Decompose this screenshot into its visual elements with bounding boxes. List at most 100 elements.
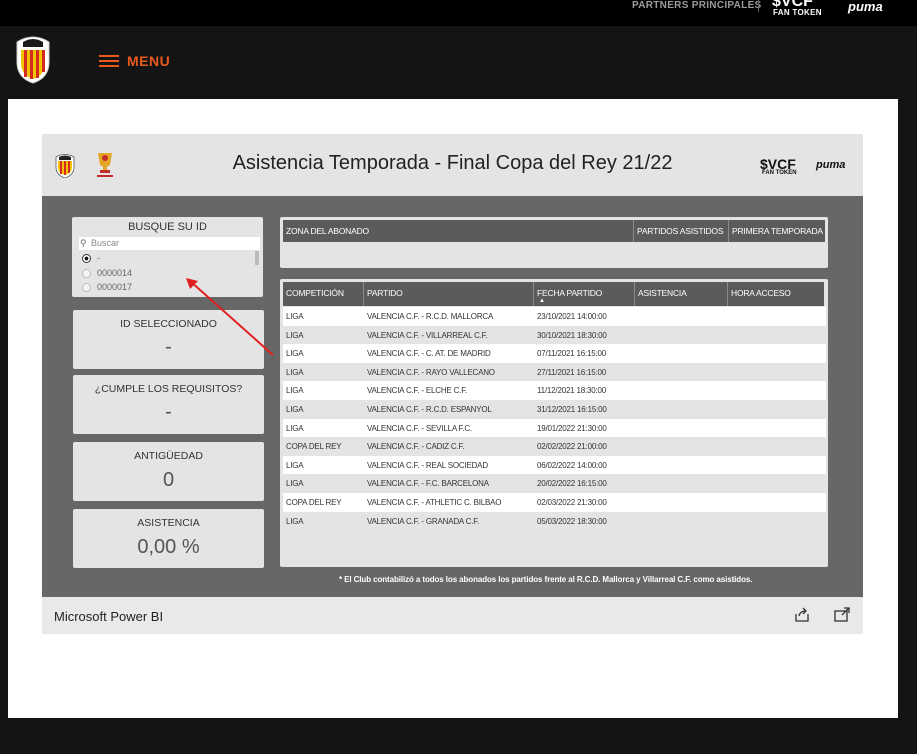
powerbi-link[interactable]: Microsoft Power BI <box>54 609 163 624</box>
table-cell: 19/01/2022 21:30:00 <box>537 423 607 433</box>
column-header[interactable]: ZONA DEL ABONADO <box>286 226 369 236</box>
table-cell: 27/11/2021 16:15:00 <box>537 367 607 377</box>
table-cell: 02/02/2022 21:00:00 <box>537 442 607 452</box>
table-row[interactable]: LIGA VALENCIA C.F. - F.C. BARCELONA 20/02/… <box>283 474 826 493</box>
table-cell: VALENCIA C.F. - R.C.D. ESPANYOL <box>367 405 492 414</box>
main-nav: MENU <box>0 26 917 99</box>
table-cell: 05/03/2022 18:30:00 <box>537 516 607 526</box>
divider <box>758 0 759 12</box>
column-header[interactable]: FECHA PARTIDO <box>537 288 602 298</box>
search-placeholder: Buscar <box>91 238 120 248</box>
table-cell: VALENCIA C.F. - R.C.D. MALLORCA <box>367 312 494 321</box>
scrollbar[interactable] <box>255 251 259 265</box>
seniority-card: ANTIGÜEDAD 0 <box>73 442 264 501</box>
card-title: ¿CUMPLE LOS REQUISITOS? <box>94 383 243 395</box>
slicer-option[interactable]: 0000017 <box>82 282 132 292</box>
sort-ascending-icon[interactable]: ▲ <box>539 298 545 304</box>
table-cell: VALENCIA C.F. - REAL SOCIEDAD <box>367 460 488 470</box>
card-title: ANTIGÜEDAD <box>134 450 203 462</box>
slicer-option-label: 0000014 <box>97 268 133 278</box>
radio-selected-icon <box>82 253 91 263</box>
table-cell: LIGA <box>286 330 304 340</box>
table-cell: 07/11/2021 16:15:00 <box>537 349 607 359</box>
table-cell: COPA DEL REY <box>286 442 342 452</box>
table-cell: VALENCIA C.F. - SEVILLA F.C. <box>367 423 472 433</box>
column-header[interactable]: ASISTENCIA <box>638 288 687 298</box>
table-cell: LIGA <box>286 386 304 396</box>
table-cell: VALENCIA C.F. - F.C. BARCELONA <box>367 479 489 489</box>
table-row[interactable]: LIGA VALENCIA C.F. - ELCHE C.F. 11/12/2021… <box>283 381 826 400</box>
footnote: * El Club contabilizó a todos los abonad… <box>339 575 753 584</box>
menu-label: MENU <box>127 53 171 69</box>
table-cell: 02/03/2022 21:30:00 <box>537 498 607 507</box>
powerbi-footer-bar: Microsoft Power BI <box>42 597 863 634</box>
table-row[interactable]: LIGA VALENCIA C.F. - C. AT. DE MADRID 07/1… <box>283 344 826 363</box>
valencia-crest-icon[interactable] <box>11 32 55 84</box>
share-icon[interactable] <box>793 607 811 623</box>
table-row[interactable]: LIGA VALENCIA C.F. - R.C.D. ESPANYOL 31/12… <box>283 400 826 419</box>
partners-label[interactable]: PARTNERS PRINCIPALES <box>632 0 762 11</box>
table-cell: VALENCIA C.F. - GRANADA C.F. <box>367 516 480 526</box>
table-cell: VALENCIA C.F. - VILLARREAL C.F. <box>367 330 488 340</box>
table-row[interactable]: LIGA VALENCIA C.F. - R.C.D. MALLORCA 23/10… <box>283 307 826 326</box>
table-cell: LIGA <box>286 367 304 377</box>
search-input[interactable]: ⚲ Buscar <box>79 237 260 250</box>
table-row[interactable]: COPA DEL REY VALENCIA C.F. - CADIZ C.F. 02… <box>283 437 826 456</box>
hamburger-icon <box>99 55 119 67</box>
summary-table: ZONA DEL ABONADO PARTIDOS ASISTIDOS PRIM… <box>280 217 828 268</box>
table-cell: COPA DEL REY <box>286 498 342 507</box>
table-row[interactable]: LIGA VALENCIA C.F. - VILLARREAL C.F. 30/10… <box>283 326 826 345</box>
table-cell: LIGA <box>286 479 304 489</box>
column-header[interactable]: HORA ACCESO <box>731 288 791 298</box>
slicer-option-label: - <box>97 253 100 263</box>
table-row[interactable]: LIGA VALENCIA C.F. - RAYO VALLECANO 27/11/… <box>283 363 826 382</box>
radio-icon <box>82 268 91 278</box>
report-header: Asistencia Temporada - Final Copa del Re… <box>42 134 863 196</box>
table-cell: VALENCIA C.F. - ATHLETIC C. BILBAO <box>367 498 502 507</box>
table-row[interactable]: LIGA VALENCIA C.F. - GRANADA C.F. 05/03/20… <box>283 512 826 531</box>
fan-token-label: FAN TOKEN <box>773 8 822 17</box>
menu-button[interactable]: MENU <box>99 53 170 69</box>
column-header[interactable]: PRIMERA TEMPORADA <box>732 226 823 236</box>
table-row[interactable]: COPA DEL REY VALENCIA C.F. - ATHLETIC C. … <box>283 493 826 512</box>
table-cell: VALENCIA C.F. - RAYO VALLECANO <box>367 367 495 377</box>
table-cell: VALENCIA C.F. - CADIZ C.F. <box>367 442 465 452</box>
attendance-card: ASISTENCIA 0,00 % <box>73 509 264 568</box>
card-value: - <box>165 401 172 423</box>
card-value: 0 <box>162 469 175 491</box>
puma-logo: puma <box>816 159 846 171</box>
table-cell: LIGA <box>286 516 304 526</box>
powerbi-report: Asistencia Temporada - Final Copa del Re… <box>42 134 863 597</box>
table-cell: LIGA <box>286 405 304 414</box>
table-row[interactable]: LIGA VALENCIA C.F. - SEVILLA F.C. 19/01/20… <box>283 418 826 438</box>
table-cell: 06/02/2022 14:00:00 <box>537 460 607 470</box>
table-cell: 11/12/2021 18:30:00 <box>537 386 607 396</box>
slicer-option[interactable]: - <box>82 253 100 263</box>
table-cell: LIGA <box>286 312 304 321</box>
table-cell: VALENCIA C.F. - ELCHE C.F. <box>367 386 468 396</box>
table-cell: LIGA <box>286 460 304 470</box>
slicer-option[interactable]: 0000014 <box>82 268 132 278</box>
table-cell: VALENCIA C.F. - C. AT. DE MADRID <box>367 349 491 359</box>
annotation-arrow-icon <box>186 278 274 356</box>
fan-token-label: FAN TOKEN <box>762 170 797 176</box>
table-cell: LIGA <box>286 349 304 359</box>
table-cell: LIGA <box>286 423 304 433</box>
column-header[interactable]: COMPETICIÓN <box>286 288 344 298</box>
column-header[interactable]: PARTIDO <box>367 288 403 298</box>
card-title: ASISTENCIA <box>137 517 200 529</box>
open-external-icon[interactable] <box>833 607 851 623</box>
top-bar: PARTNERS PRINCIPALES $VCF FAN TOKEN puma <box>0 0 917 26</box>
card-value: 0,00 % <box>137 536 200 558</box>
requirements-card: ¿CUMPLE LOS REQUISITOS? - <box>73 375 264 434</box>
column-header[interactable]: PARTIDOS ASISTIDOS <box>637 226 724 236</box>
table-cell: 20/02/2022 16:15:00 <box>537 479 607 489</box>
radio-icon <box>82 282 91 292</box>
search-icon: ⚲ <box>80 238 87 248</box>
table-row[interactable]: LIGA VALENCIA C.F. - REAL SOCIEDAD 06/02/2… <box>283 455 826 475</box>
puma-logo[interactable]: puma <box>848 0 883 14</box>
slicer-option-label: 0000017 <box>97 282 133 292</box>
slicer-title: BUSQUE SU ID <box>128 221 207 233</box>
table-cell: 23/10/2021 14:00:00 <box>537 312 607 321</box>
matches-table: COMPETICIÓN PARTIDO FECHA PARTIDO ▲ ASIS… <box>280 279 828 567</box>
